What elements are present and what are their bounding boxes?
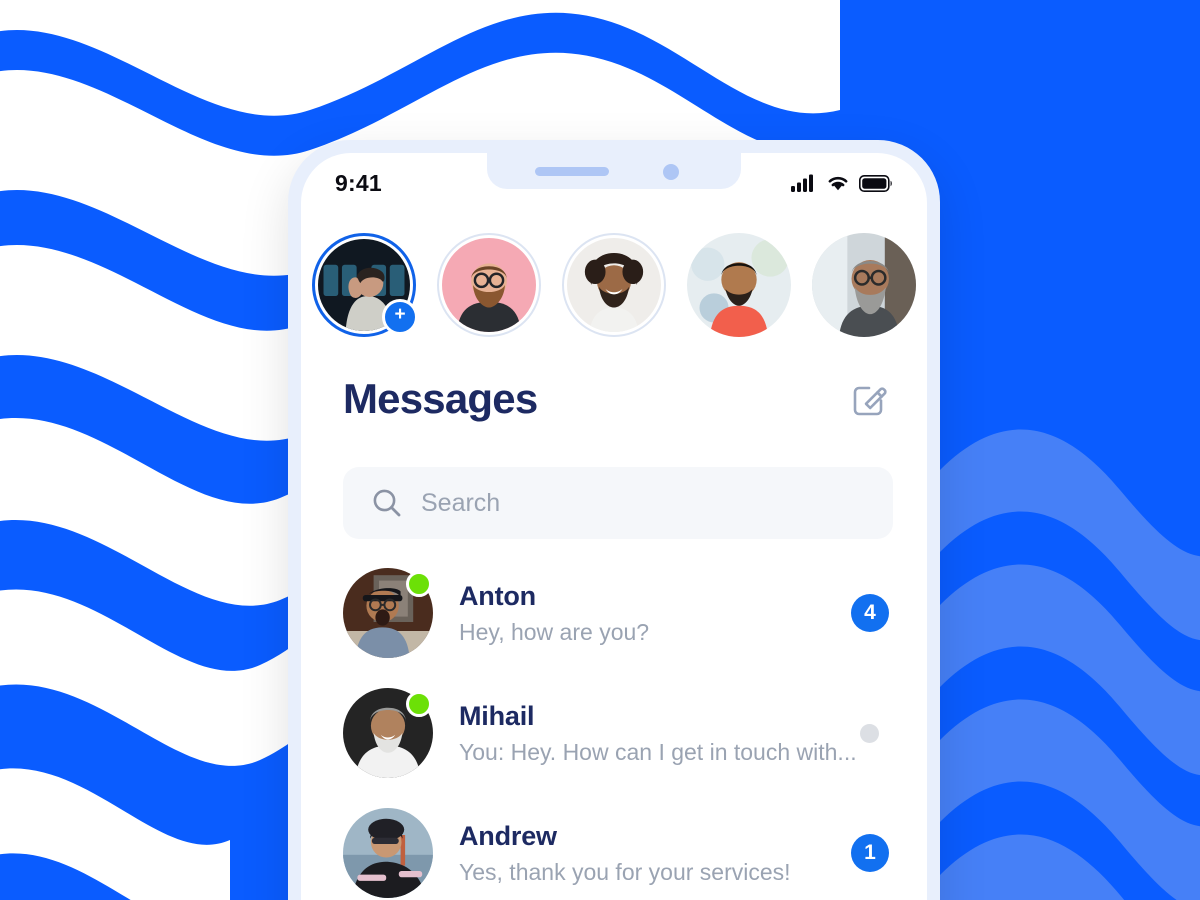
story-avatar xyxy=(812,233,916,337)
story-item-3[interactable] xyxy=(562,233,666,337)
unread-count-badge: 4 xyxy=(851,594,889,632)
status-icons-group xyxy=(791,174,893,192)
conversation-name: Mihail xyxy=(459,700,535,731)
avatar-wrap xyxy=(343,568,433,658)
story-avatar xyxy=(687,233,791,337)
conversation-name: Andrew xyxy=(459,820,557,851)
search-bar[interactable]: Search xyxy=(343,467,893,539)
story-item-5[interactable] xyxy=(812,233,916,337)
conversation-preview: Hey, how are you? xyxy=(459,618,650,645)
story-item-your-story[interactable]: + xyxy=(312,233,418,337)
phone-mockup: 9:41 + Messages Search Anton Hey, how ar… xyxy=(288,140,940,900)
conversation-row-mihail[interactable]: Mihail You: Hey. How can I get in touch … xyxy=(301,673,927,793)
search-input[interactable]: Search xyxy=(421,489,500,518)
conversation-preview: Yes, thank you for your services! xyxy=(459,858,791,885)
story-avatar xyxy=(442,238,536,332)
conversation-name: Anton xyxy=(459,580,536,611)
avatar-wrap xyxy=(343,808,433,898)
status-time: 9:41 xyxy=(335,169,382,196)
online-status-dot xyxy=(406,571,432,597)
conversation-row-andrew[interactable]: Andrew Yes, thank you for your services!… xyxy=(301,793,927,900)
page-title: Messages xyxy=(343,375,538,422)
compose-edit-icon[interactable] xyxy=(851,380,889,418)
conversation-row-anton[interactable]: Anton Hey, how are you? 4 xyxy=(301,553,927,673)
phone-notch xyxy=(487,153,741,189)
online-status-dot xyxy=(406,691,432,717)
story-item-4[interactable] xyxy=(687,233,791,337)
conversation-text: Anton Hey, how are you? xyxy=(459,581,851,646)
stories-row[interactable]: + xyxy=(301,221,927,349)
conversation-list[interactable]: Anton Hey, how are you? 4 Mihail You: He… xyxy=(301,553,927,900)
avatar xyxy=(343,808,433,898)
avatar-wrap xyxy=(343,688,433,778)
add-story-button[interactable]: + xyxy=(382,299,418,335)
wifi-icon xyxy=(828,176,848,191)
earpiece-speaker xyxy=(535,167,609,176)
front-camera-icon xyxy=(663,164,679,180)
battery-full-icon xyxy=(859,174,892,192)
screen-header: Messages xyxy=(301,361,927,437)
read-status-dot xyxy=(860,723,879,743)
search-icon xyxy=(373,489,401,517)
unread-count-badge: 1 xyxy=(851,834,889,872)
conversation-preview: You: Hey. How can I get in touch with... xyxy=(459,738,857,765)
app-promo-scene: 9:41 + Messages Search Anton Hey, how ar… xyxy=(0,0,1200,900)
conversation-text: Mihail You: Hey. How can I get in touch … xyxy=(459,701,860,766)
story-avatar xyxy=(567,238,661,332)
story-item-2[interactable] xyxy=(437,233,541,337)
conversation-text: Andrew Yes, thank you for your services! xyxy=(459,821,851,886)
cellular-signal-icon xyxy=(791,174,813,192)
phone-screen: 9:41 + Messages Search Anton Hey, how ar… xyxy=(301,153,927,900)
